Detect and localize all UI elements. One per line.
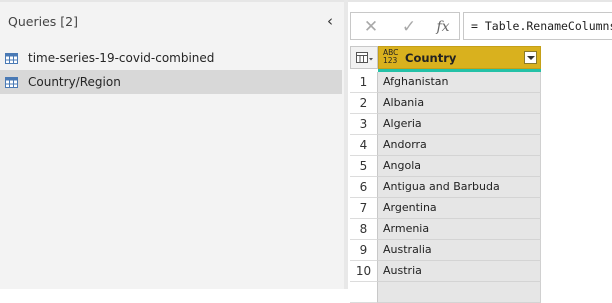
commit-icon[interactable]: ✓ <box>399 17 419 37</box>
queries-pane: Queries [2] ‹ time-series-19-covid-combi… <box>0 2 344 289</box>
table-row: 4 Andorra <box>350 135 541 156</box>
table-row: 8 Armenia <box>350 219 541 240</box>
query-item-time-series[interactable]: time-series-19-covid-combined <box>0 46 342 70</box>
query-item-label: time-series-19-covid-combined <box>28 51 215 65</box>
row-number[interactable] <box>350 282 378 303</box>
table-row: 1 Afghanistan <box>350 72 541 93</box>
table-row: 6 Antigua and Barbuda <box>350 177 541 198</box>
table-row: 10 Austria <box>350 261 541 282</box>
any-type-icon[interactable]: ABC 123 <box>383 49 398 65</box>
table-row-partial <box>350 282 541 303</box>
row-number[interactable]: 5 <box>350 156 378 177</box>
table-cell[interactable]: Armenia <box>378 219 541 240</box>
row-number[interactable]: 9 <box>350 240 378 261</box>
row-number[interactable]: 7 <box>350 198 378 219</box>
formula-buttons-box: ✕ ✓ fx <box>350 12 460 40</box>
row-number[interactable]: 8 <box>350 219 378 240</box>
type-icon-line2: 123 <box>383 56 398 65</box>
table-cell[interactable]: Angola <box>378 156 541 177</box>
column-header-country[interactable]: ABC 123 Country <box>378 46 541 69</box>
cancel-icon[interactable]: ✕ <box>361 17 381 37</box>
row-number[interactable]: 2 <box>350 93 378 114</box>
table-menu-glyph <box>356 52 373 63</box>
row-number[interactable]: 4 <box>350 135 378 156</box>
table-cell[interactable]: Australia <box>378 240 541 261</box>
query-item-label: Country/Region <box>28 75 121 89</box>
table-row: 5 Angola <box>350 156 541 177</box>
pane-divider[interactable] <box>344 0 348 289</box>
table-menu-icon[interactable] <box>350 46 378 69</box>
column-filter-dropdown-icon[interactable] <box>524 51 537 64</box>
column-name: Country <box>405 51 457 65</box>
formula-bar-input[interactable]: = Table.RenameColumns <box>463 12 612 40</box>
table-row: 2 Albania <box>350 93 541 114</box>
query-item-country-region[interactable]: Country/Region <box>0 70 342 94</box>
table-icon <box>5 52 18 64</box>
table-icon <box>5 76 18 88</box>
table-cell[interactable]: Algeria <box>378 114 541 135</box>
table-row: 7 Argentina <box>350 198 541 219</box>
table-row: 9 Australia <box>350 240 541 261</box>
row-number[interactable]: 10 <box>350 261 378 282</box>
table-cell[interactable]: Andorra <box>378 135 541 156</box>
queries-title: Queries [2] <box>8 14 78 29</box>
row-number[interactable]: 6 <box>350 177 378 198</box>
table-cell[interactable]: Argentina <box>378 198 541 219</box>
table-cell[interactable]: Afghanistan <box>378 72 541 93</box>
chevron-left-icon[interactable]: ‹ <box>327 12 333 30</box>
table-cell[interactable]: Austria <box>378 261 541 282</box>
row-number[interactable]: 3 <box>350 114 378 135</box>
table-row: 3 Algeria <box>350 114 541 135</box>
table-cell[interactable]: Antigua and Barbuda <box>378 177 541 198</box>
row-number[interactable]: 1 <box>350 72 378 93</box>
table-cell[interactable] <box>378 282 541 303</box>
table-cell[interactable]: Albania <box>378 93 541 114</box>
fx-icon[interactable]: fx <box>433 17 453 37</box>
